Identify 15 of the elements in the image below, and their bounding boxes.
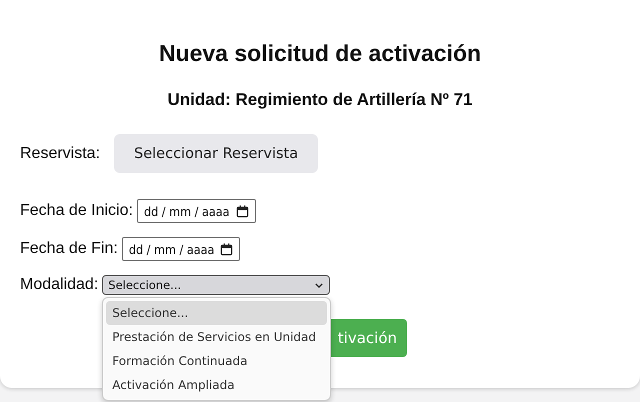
calendar-icon[interactable]: [236, 204, 249, 218]
field-label: Reservista:: [20, 144, 100, 164]
field-label: Modalidad:: [20, 275, 98, 295]
field-label: Fecha de Fin:: [20, 239, 118, 259]
modality-select[interactable]: Seleccione...: [102, 275, 330, 295]
unit-subtitle: Unidad: Regimiento de Artillería Nº 71: [166, 90, 474, 110]
date-field[interactable]: dd / mm / aaaa: [122, 237, 240, 261]
chevron-down-icon: [315, 282, 324, 288]
dropdown-option[interactable]: Seleccione...: [106, 301, 328, 325]
form-title: Nueva solicitud de activación: [158, 39, 482, 68]
date-field[interactable]: dd / mm / aaaa: [136, 199, 256, 223]
select-reservist-button[interactable]: Seleccionar Reservista: [114, 134, 318, 173]
dropdown-option[interactable]: Activación Ampliada: [106, 373, 328, 397]
calendar-icon[interactable]: [220, 242, 234, 256]
field-label: Fecha de Inicio:: [20, 201, 133, 221]
